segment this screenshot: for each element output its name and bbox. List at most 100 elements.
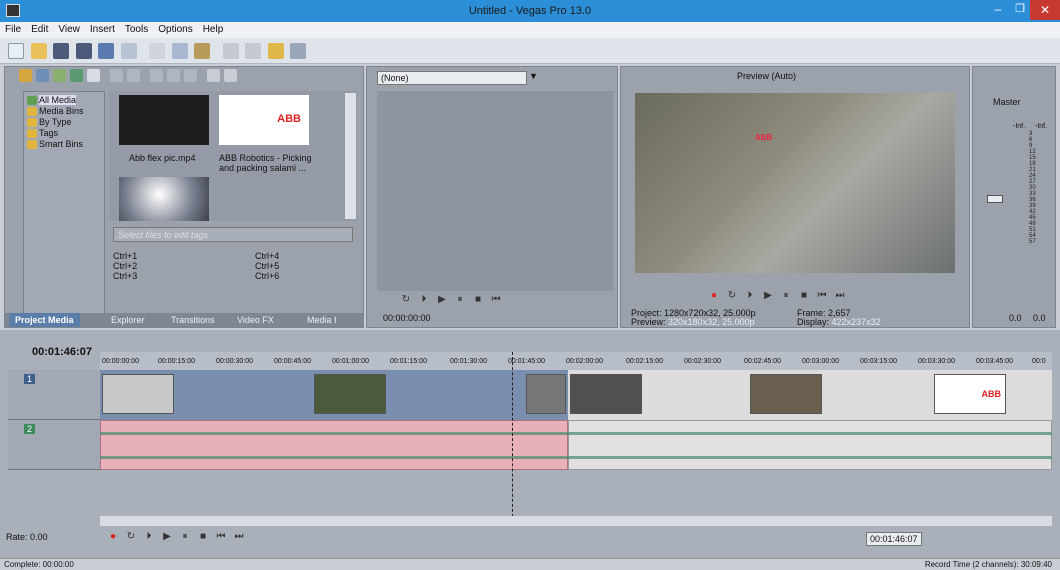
play-icon[interactable]: ▶ [761,289,775,303]
next-icon[interactable]: ⏭ [833,289,847,303]
frame-info: Frame: 2,657 Display: 422x237x32 [797,309,881,327]
render-icon[interactable] [98,43,115,59]
open-icon[interactable] [30,43,47,59]
maximize-button[interactable]: ❐ [1010,2,1030,20]
menu-help[interactable]: Help [198,22,229,37]
track-number: 2 [24,424,36,434]
media-thumb-1[interactable] [119,95,209,145]
loop-icon[interactable]: ↻ [399,293,413,307]
audio-clip-2[interactable] [568,420,1052,470]
views-icon[interactable] [207,69,220,82]
shortcut-ctrl3[interactable]: Ctrl+3 [113,271,353,281]
save-icon[interactable] [53,43,70,59]
prev-icon[interactable]: ⏮ [214,530,228,544]
play-from-start-icon[interactable]: ⏵ [743,289,757,303]
media-thumb-2[interactable]: ABB [219,95,309,145]
menu-options[interactable]: Options [153,22,197,37]
shortcut-ctrl2[interactable]: Ctrl+2 [113,261,353,271]
shortcut-ctrl1[interactable]: Ctrl+1 [113,251,353,261]
audio-clip-1[interactable] [100,420,568,470]
record-icon[interactable]: ● [106,530,120,544]
ruler-mark: 00:02:00:00 [566,358,603,365]
undo-icon[interactable] [222,43,239,59]
autopreview-icon[interactable] [184,69,197,82]
play-from-start-icon[interactable]: ⏵ [142,530,156,544]
import-icon[interactable] [19,69,32,82]
menu-view[interactable]: View [53,22,85,37]
audio-track-header[interactable]: 2 [8,420,100,470]
save-as-icon[interactable] [75,43,92,59]
source-select[interactable]: (None) [377,71,527,85]
ruler-mark: 00:0 [1032,358,1046,365]
prev-frame-icon[interactable]: ⏮ [489,293,503,307]
preview-mode[interactable]: Preview (Auto) [737,71,796,81]
tab-project-media[interactable]: Project Media [9,313,80,327]
play-icon[interactable] [150,69,163,82]
shortcuts: Ctrl+1 Ctrl+2 Ctrl+3 Ctrl+4 Ctrl+5 Ctrl+… [113,251,353,281]
ruler-mark: 00:02:15:00 [626,358,663,365]
abb-logo: ABB [981,389,1002,399]
timeline-scrollbar[interactable] [100,516,1052,526]
clip-thumbnail [314,374,386,414]
tab-video-fx[interactable]: Video FX [231,313,280,327]
loop-icon[interactable]: ↻ [725,289,739,303]
loop-icon[interactable]: ↻ [124,530,138,544]
status-bar: Complete: 00:00:00 Record Time (2 channe… [0,558,1060,570]
stop-icon[interactable]: ■ [797,289,811,303]
shortcut-ctrl4[interactable]: Ctrl+4 [255,251,279,261]
tree-item-smart-bins[interactable]: Smart Bins [27,139,104,150]
copy-icon[interactable] [171,43,188,59]
master-fader[interactable] [987,195,1003,203]
stop-icon[interactable] [167,69,180,82]
pause-icon[interactable]: ⏸ [178,530,192,544]
tags-field[interactable]: Select files to edit tags [113,227,353,242]
properties-icon[interactable] [120,43,137,59]
tree-item-by-type[interactable]: By Type [27,117,104,128]
help-icon[interactable] [290,43,307,59]
next-icon[interactable]: ⏭ [232,530,246,544]
capture-icon[interactable] [36,69,49,82]
tree-item-all-media[interactable]: All Media [27,95,104,106]
minimize-button[interactable]: – [985,2,1011,20]
search-icon[interactable] [224,69,237,82]
folder-icon [27,96,37,106]
menu-edit[interactable]: Edit [26,22,53,37]
cut-icon[interactable] [149,43,166,59]
menu-file[interactable]: File [0,22,26,37]
media-thumb-3[interactable] [119,177,209,221]
menu-tools[interactable]: Tools [120,22,153,37]
remove-icon[interactable] [110,69,123,82]
tab-explorer[interactable]: Explorer [105,313,151,327]
tab-transitions[interactable]: Transitions [165,313,221,327]
ruler-mark: 00:00:45:00 [274,358,311,365]
close-button[interactable]: ✕ [1030,0,1060,20]
web-icon[interactable] [70,69,83,82]
tree-item-media-bins[interactable]: Media Bins [27,106,104,117]
stop-icon[interactable]: ■ [196,530,210,544]
explore-icon[interactable] [267,43,284,59]
play-icon[interactable]: ▶ [160,530,174,544]
stop-icon[interactable]: ■ [471,293,485,307]
menu-insert[interactable]: Insert [85,22,120,37]
fx-icon[interactable] [127,69,140,82]
tree-item-tags[interactable]: Tags [27,128,104,139]
video-track-header[interactable]: 1 [8,370,100,420]
media-scrollbar[interactable] [345,93,356,219]
paste-icon[interactable] [194,43,211,59]
tab-media-i[interactable]: Media I [301,313,343,327]
redo-icon[interactable] [245,43,262,59]
preview-label: Preview: [631,317,666,327]
play-icon[interactable]: ▶ [435,293,449,307]
prev-icon[interactable]: ⏮ [815,289,829,303]
record-icon[interactable]: ● [707,289,721,303]
bins-tree: All Media Media Bins By Type Tags Smart … [23,91,105,315]
new-icon[interactable] [8,43,24,59]
view-icon[interactable] [87,69,100,82]
shortcut-ctrl6[interactable]: Ctrl+6 [255,271,279,281]
shortcut-ctrl5[interactable]: Ctrl+5 [255,261,279,271]
pause-icon[interactable]: ⏸ [453,293,467,307]
playhead-cursor[interactable] [512,352,513,522]
play-from-start-icon[interactable]: ⏵ [417,293,431,307]
get-media-icon[interactable] [53,69,66,82]
pause-icon[interactable]: ⏸ [779,289,793,303]
